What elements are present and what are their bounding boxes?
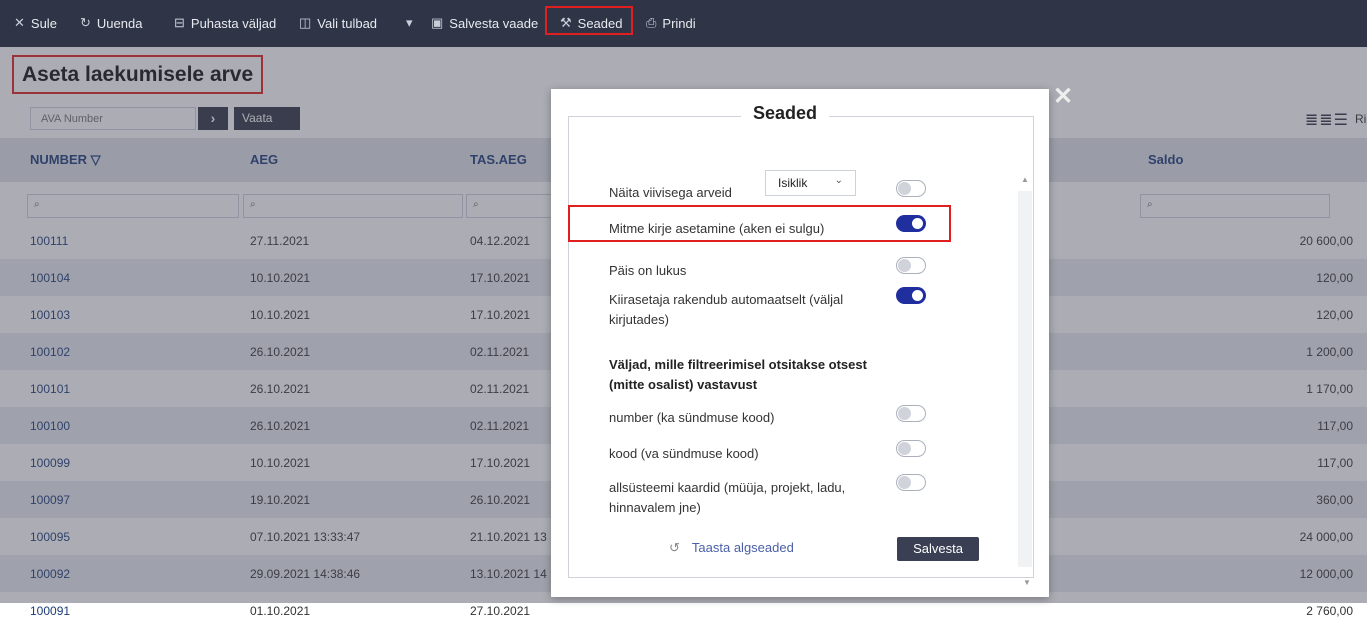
clear-fields-button[interactable]: ⊟ Puhasta väljad [174, 15, 276, 31]
toggle-exact-number[interactable] [896, 405, 926, 422]
chevron-down-icon: ▾ [406, 15, 413, 30]
chevron-down-icon: ⌄ [834, 175, 843, 186]
close-icon[interactable]: ✕ [1053, 82, 1073, 111]
print-label: Prindi [662, 15, 696, 31]
toggle-exact-subsystem[interactable] [896, 474, 926, 491]
close-icon: ✕ [14, 15, 25, 30]
save-view-button[interactable]: ▣ Salvesta vaade [431, 15, 538, 31]
option-label: allsüsteemi kaardid (müüja, projekt, lad… [609, 480, 846, 515]
choose-columns-button[interactable]: ◫ Vali tulbad [299, 15, 377, 31]
toggle-show-overdue[interactable] [896, 180, 926, 197]
option-label: Kiirasetaja rakendub automaatselt (välja… [609, 292, 844, 327]
choose-columns-label: Vali tulbad [317, 15, 378, 31]
settings-fieldset: ▲ ▼ Isiklik ⌄ Näita viivisega arveid Mitm… [568, 116, 1034, 587]
cell-saldo: 2 760,00 [1306, 604, 1353, 618]
columns-icon: ◫ [299, 15, 312, 30]
cell-tas-aeg: 27.10.2021 [470, 604, 531, 618]
refresh-label: Uuenda [96, 15, 143, 31]
cell-number: 100091 [30, 604, 71, 618]
undo-icon: ↺ [669, 540, 680, 555]
save-view-label: Salvesta vaade [449, 15, 539, 31]
clear-fields-label: Puhasta väljad [190, 15, 277, 31]
print-button[interactable]: ⎙ Prindi [646, 15, 696, 31]
option-label: Päis on lukus [609, 263, 687, 278]
exact-match-heading: Väljad, mille filtreerimisel otsitakse o… [609, 357, 867, 392]
settings-modal: ▲ ▼ Isiklik ⌄ Näita viivisega arveid Mitm… [551, 89, 1049, 597]
multi-entry-highlight [568, 205, 951, 242]
scrollbar[interactable] [1018, 191, 1032, 567]
modal-title: Seaded [741, 103, 830, 124]
scroll-up-icon[interactable]: ▲ [1021, 175, 1029, 184]
cell-aeg: 01.10.2021 [250, 604, 311, 618]
scroll-down-icon[interactable]: ▼ [1023, 578, 1031, 587]
reset-label: Taasta algseaded [691, 540, 794, 555]
profile-select-value: Isiklik [778, 176, 808, 190]
toggle-auto-quick-set[interactable] [896, 287, 926, 304]
reset-defaults-link[interactable]: ↺ Taasta algseaded [669, 540, 794, 556]
option-label: number (ka sündmuse kood) [609, 410, 775, 425]
settings-highlight [545, 6, 633, 35]
clear-icon: ⊟ [174, 15, 185, 30]
refresh-button[interactable]: ↻ Uuenda [80, 15, 142, 31]
top-toolbar: ✕ Sule ↻ Uuenda ⊟ Puhasta väljad ◫ Vali tulb… [0, 0, 1367, 47]
toggle-exact-code[interactable] [896, 440, 926, 457]
save-button[interactable]: Salvesta [897, 537, 979, 561]
view-dropdown-button[interactable]: ▾ [406, 15, 413, 31]
print-icon: ⎙ [646, 15, 657, 30]
profile-select[interactable]: Isiklik ⌄ [765, 170, 856, 196]
save-icon: ▣ [431, 15, 444, 30]
close-button[interactable]: ✕ Sule [14, 15, 57, 31]
refresh-icon: ↻ [80, 15, 91, 30]
option-label: kood (va sündmuse kood) [609, 446, 759, 461]
close-label: Sule [30, 15, 57, 31]
option-label: Näita viivisega arveid [609, 185, 732, 200]
toggle-header-locked[interactable] [896, 257, 926, 274]
